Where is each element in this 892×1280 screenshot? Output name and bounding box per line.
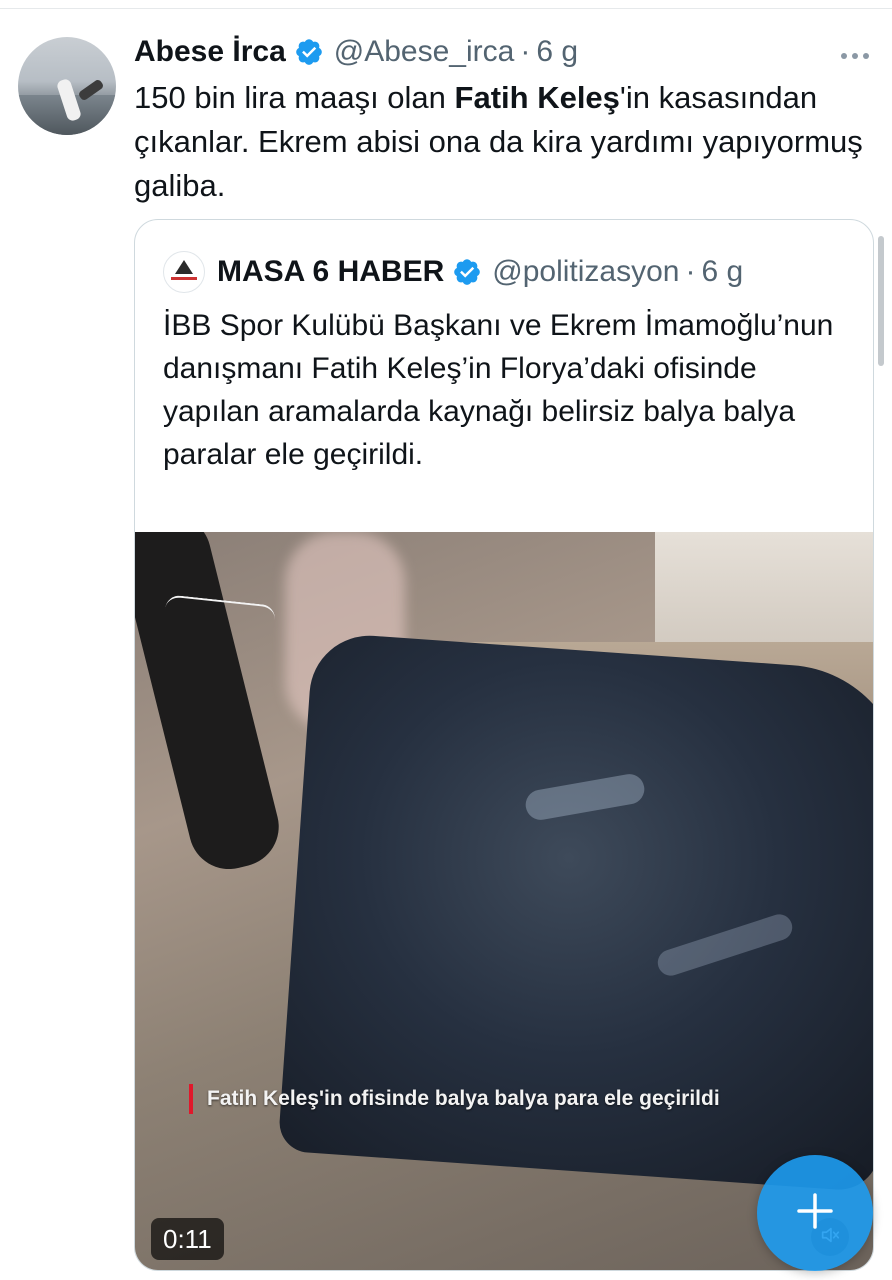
quote-author-handle[interactable]: @politizasyon: [492, 255, 679, 289]
tweet-text: 150 bin lira maaşı olan Fatih Keleş'in k…: [134, 76, 869, 208]
quote-text: İBB Spor Kulübü Başkanı ve Ekrem İmamoğl…: [163, 309, 834, 471]
quote-header-separator: ·: [685, 255, 696, 288]
more-icon[interactable]: [840, 36, 870, 68]
quote-tweet-card[interactable]: MASA 6 HABER @politizasyon · 6 g İBB Spo…: [134, 219, 874, 1271]
plus-icon: [793, 1189, 837, 1238]
author-handle[interactable]: @Abese_irca: [334, 35, 515, 69]
video-frame-strap: [135, 532, 288, 878]
quote-avatar[interactable]: [163, 251, 205, 293]
quote-author-name[interactable]: MASA 6 HABER: [217, 255, 444, 289]
video-player[interactable]: Fatih Keleş'in ofisinde balya balya para…: [135, 532, 873, 1270]
tweet-header: Abese İrca @Abese_irca · 6 g: [134, 30, 578, 74]
tweet-text-part1: 150 bin lira maaşı olan: [134, 80, 455, 115]
scrollbar[interactable]: [878, 236, 884, 366]
compose-button[interactable]: [757, 1155, 873, 1271]
quote-avatar-logo-bar: [171, 277, 197, 280]
quote-header: MASA 6 HABER @politizasyon · 6 g: [163, 250, 743, 294]
quote-time[interactable]: 6 g: [701, 255, 743, 289]
video-caption: Fatih Keleş'in ofisinde balya balya para…: [189, 1084, 720, 1114]
tweet-time[interactable]: 6 g: [536, 35, 578, 69]
tweet-text-bold: Fatih Keleş: [454, 80, 620, 115]
author-name[interactable]: Abese İrca: [134, 35, 286, 69]
verified-badge-icon: [294, 37, 324, 67]
video-duration-badge: 0:11: [151, 1218, 224, 1260]
verified-badge-icon: [452, 257, 482, 287]
avatar[interactable]: [18, 37, 116, 135]
top-divider: [0, 8, 892, 9]
quote-avatar-logo: [175, 260, 193, 274]
header-separator: ·: [520, 35, 531, 68]
